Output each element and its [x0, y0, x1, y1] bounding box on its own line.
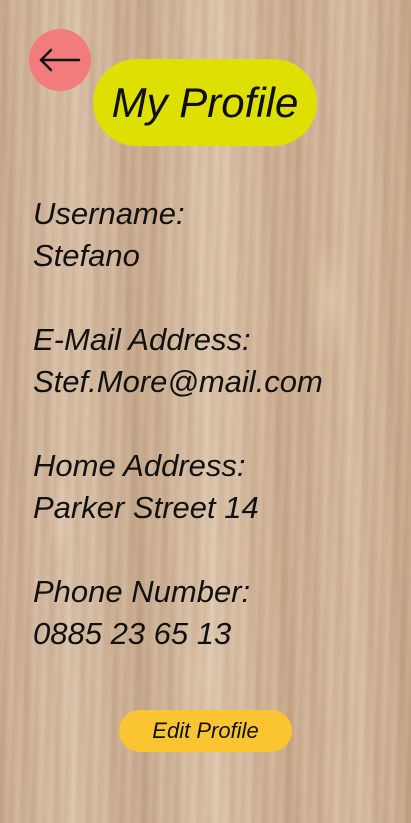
home-address-field: Home Address: Parker Street 14 [33, 445, 259, 529]
email-field: E-Mail Address: Stef.More@mail.com [33, 319, 323, 403]
phone-number-value: 0885 23 65 13 [33, 616, 232, 651]
username-value: Stefano [33, 238, 140, 273]
email-label: E-Mail Address: [33, 322, 251, 357]
back-button[interactable] [29, 29, 91, 91]
email-value: Stef.More@mail.com [33, 364, 323, 399]
page-title: My Profile [93, 59, 317, 146]
home-address-label: Home Address: [33, 448, 246, 483]
phone-number-label: Phone Number: [33, 574, 251, 609]
username-field: Username: Stefano [33, 193, 185, 277]
arrow-left-icon [38, 48, 82, 72]
edit-profile-button[interactable]: Edit Profile [119, 710, 292, 752]
phone-number-field: Phone Number: 0885 23 65 13 [33, 571, 250, 655]
home-address-value: Parker Street 14 [33, 490, 259, 525]
username-label: Username: [33, 196, 185, 231]
